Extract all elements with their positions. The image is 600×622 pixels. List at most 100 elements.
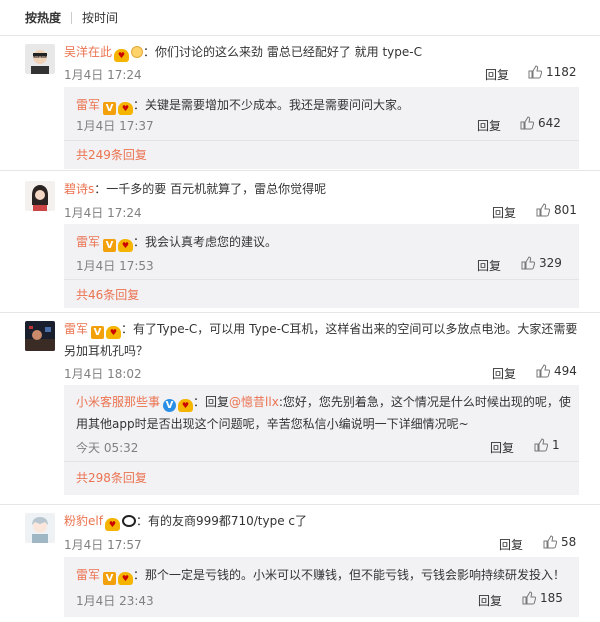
thumbs-up-icon — [536, 203, 550, 217]
reply-user-name[interactable]: 雷军 — [76, 568, 100, 582]
fan-badge-icon: ♥ — [118, 239, 134, 252]
reply-text: ：那个一定是亏钱的。小米可以不赚钱，但不能亏钱，亏钱会影响持续研发投入！ — [133, 568, 566, 582]
comment-text: ：你们讨论的这么来劲 雷总已经配好了 就用 type-C — [143, 45, 422, 59]
comment-thread: 吴洋在此 ♥ ：你们讨论的这么来劲 雷总已经配好了 就用 type-C 1月4日 1… — [0, 36, 600, 171]
comment-time: 1月4日 17:24 — [64, 206, 142, 220]
reply-button[interactable]: 回复 — [485, 66, 509, 83]
more-replies-link[interactable]: 共249条回复 — [76, 146, 147, 163]
verified-blue-v-icon: V — [163, 399, 177, 412]
verified-v-icon: V — [103, 102, 117, 115]
fan-badge-icon: ♥ — [104, 518, 120, 531]
comment-body: 雷军 V ♥ ：有了Type-C，可以用 Type-C耳机，这样省出来的空间可以多放点… — [64, 318, 579, 362]
reply-body: 雷军 V ♥ ：那个一定是亏钱的。小米可以不赚钱，但不能亏钱，亏钱会影响持续研发投入！ — [76, 565, 565, 585]
comment-time: 1月4日 18:02 — [64, 367, 142, 381]
reply-time: 1月4日 23:43 — [76, 594, 154, 608]
like-count: 58 — [561, 535, 577, 549]
comment-time: 1月4日 17:24 — [64, 68, 142, 82]
reply-body: 雷军 V ♥ ：关键是需要增加不少成本。我还是需要问问大家。 — [76, 95, 409, 115]
reply-button[interactable]: 回复 — [492, 365, 516, 382]
tab-divider — [71, 11, 73, 24]
reply-button[interactable]: 回复 — [492, 204, 516, 221]
avatar[interactable] — [25, 181, 55, 211]
like-count: 642 — [538, 116, 561, 130]
fan-badge-icon: ♥ — [114, 49, 130, 62]
reply-button[interactable]: 回复 — [477, 117, 501, 134]
reply-text: ：我会认真考虑您的建议。 — [133, 235, 278, 249]
sort-tabs: 按热度 按时间 — [0, 0, 600, 36]
like-count: 1 — [552, 438, 560, 452]
like-button[interactable]: 185 — [522, 591, 563, 605]
thumbs-up-icon — [520, 116, 534, 130]
verified-v-icon: V — [91, 326, 105, 339]
fan-badge-icon: ♥ — [118, 102, 134, 115]
comment-body: 粉豹elf ♥ ：有的友商999都710/type c了 — [64, 511, 307, 531]
like-button[interactable]: 1182 — [528, 65, 577, 79]
tab-sort-by-time[interactable]: 按时间 — [82, 9, 118, 26]
gold-badge-icon — [131, 46, 144, 58]
like-count: 329 — [539, 256, 562, 270]
comment-text: ：一千多的要 百元机就算了，雷总你觉得呢 — [94, 182, 327, 196]
more-replies-link[interactable]: 共46条回复 — [76, 286, 139, 303]
divider — [64, 140, 579, 141]
reply-box: 小米客服那些事 V ♥ ：回复@憶昔llx:您好，您先别着急，这个情况是什么时候出现的… — [64, 385, 579, 495]
reply-body: 小米客服那些事 V ♥ ：回复@憶昔llx:您好，您先别着急，这个情况是什么时候出现的… — [76, 391, 571, 435]
reply-body: 雷军 V ♥ ：我会认真考虑您的建议。 — [76, 232, 277, 252]
user-name[interactable]: 雷军 — [64, 322, 88, 336]
like-button[interactable]: 58 — [543, 535, 576, 549]
like-button[interactable]: 329 — [521, 256, 562, 270]
comment-body: 吴洋在此 ♥ ：你们讨论的这么来劲 雷总已经配好了 就用 type-C — [64, 42, 422, 62]
reply-user-name[interactable]: 雷军 — [76, 235, 100, 249]
reply-box: 雷军 V ♥ ：我会认真考虑您的建议。 1月4日 17:53 回复 329 共46条回… — [64, 224, 579, 308]
reply-box: 雷军 V ♥ ：那个一定是亏钱的。小米可以不赚钱，但不能亏钱，亏钱会影响持续研发投入！… — [64, 557, 579, 617]
like-button[interactable]: 1 — [534, 438, 560, 452]
divider — [64, 279, 579, 280]
like-button[interactable]: 494 — [536, 364, 577, 378]
reply-time: 今天 05:32 — [76, 441, 139, 455]
fan-badge-icon: ♥ — [118, 572, 134, 585]
like-count: 185 — [540, 591, 563, 605]
comment-thread: 碧诗s：一千多的要 百元机就算了，雷总你觉得呢 1月4日 17:24 回复 80… — [0, 171, 600, 313]
more-replies-link[interactable]: 共298条回复 — [76, 469, 147, 486]
thumbs-up-icon — [528, 65, 542, 79]
tab-sort-by-hot[interactable]: 按热度 — [25, 9, 61, 26]
avatar[interactable] — [25, 321, 55, 351]
reply-prefix: ：回复 — [193, 395, 230, 409]
reply-button[interactable]: 回复 — [477, 257, 501, 274]
reply-user-name[interactable]: 雷军 — [76, 98, 100, 112]
reply-button[interactable]: 回复 — [499, 536, 523, 553]
user-name[interactable]: 碧诗s — [64, 182, 94, 196]
comment-text: ：有的友商999都710/type c了 — [135, 514, 308, 528]
thumbs-up-icon — [536, 364, 550, 378]
avatar[interactable] — [25, 44, 55, 74]
divider — [64, 461, 579, 462]
fan-badge-icon: ♥ — [106, 326, 122, 339]
reply-button[interactable]: 回复 — [478, 592, 502, 609]
reply-user-name[interactable]: 小米客服那些事 — [76, 395, 160, 409]
verified-v-icon: V — [103, 239, 117, 252]
reply-time: 1月4日 17:37 — [76, 119, 154, 133]
user-name[interactable]: 吴洋在此 — [64, 45, 112, 59]
fan-badge-icon: ♥ — [178, 399, 194, 412]
reply-text: ：关键是需要增加不少成本。我还是需要问问大家。 — [133, 98, 410, 112]
like-button[interactable]: 801 — [536, 203, 577, 217]
comment-text: ：有了Type-C，可以用 Type-C耳机，这样省出来的空间可以多放点电池。大… — [64, 322, 578, 358]
verified-v-icon: V — [103, 572, 117, 585]
comment-time: 1月4日 17:57 — [64, 538, 142, 552]
like-button[interactable]: 642 — [520, 116, 561, 130]
avatar[interactable] — [25, 513, 55, 543]
like-count: 1182 — [546, 65, 577, 79]
comment-thread: 粉豹elf ♥ ：有的友商999都710/type c了 1月4日 17:57 回复… — [0, 505, 600, 622]
like-count: 494 — [554, 364, 577, 378]
mention-link[interactable]: @憶昔llx — [229, 395, 279, 409]
comment-thread: 雷军 V ♥ ：有了Type-C，可以用 Type-C耳机，这样省出来的空间可以多放点… — [0, 313, 600, 505]
reply-box: 雷军 V ♥ ：关键是需要增加不少成本。我还是需要问问大家。 1月4日 17:37 回… — [64, 87, 579, 169]
panda-badge-icon — [121, 515, 136, 527]
thumbs-up-icon — [534, 438, 548, 452]
thumbs-up-icon — [521, 256, 535, 270]
like-count: 801 — [554, 203, 577, 217]
thumbs-up-icon — [543, 535, 557, 549]
reply-time: 1月4日 17:53 — [76, 259, 154, 273]
user-name[interactable]: 粉豹elf — [64, 514, 103, 528]
thumbs-up-icon — [522, 591, 536, 605]
reply-button[interactable]: 回复 — [490, 439, 514, 456]
